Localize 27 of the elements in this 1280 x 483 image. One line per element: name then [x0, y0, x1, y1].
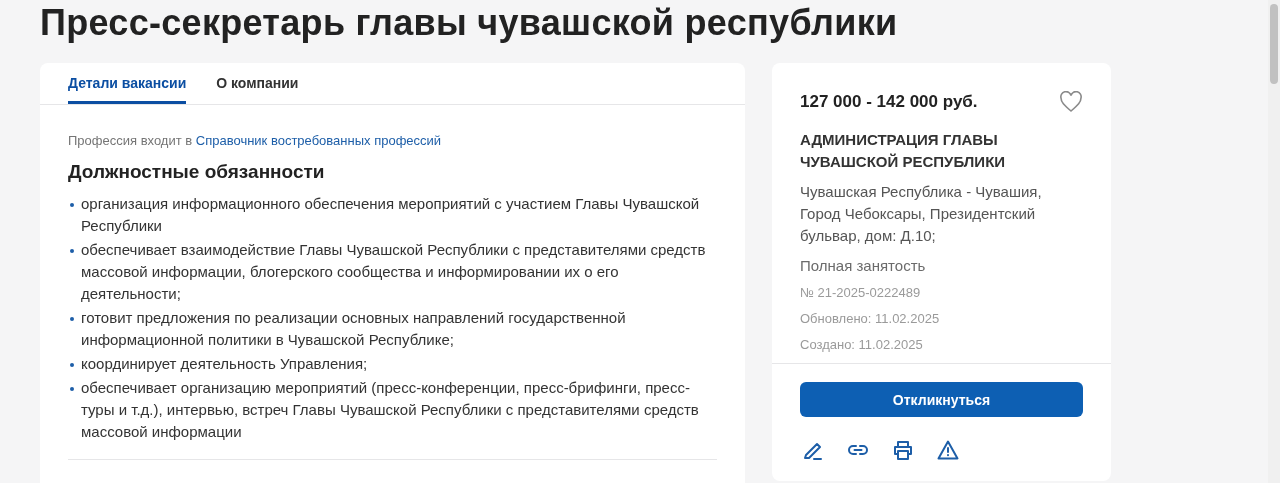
scrollbar[interactable]: [1268, 0, 1280, 483]
created-date: Создано: 11.02.2025: [800, 336, 924, 354]
warning-icon[interactable]: [937, 439, 959, 461]
duty-text: координирует деятельность Управления;: [81, 354, 368, 374]
tab[interactable]: О компании: [216, 75, 299, 104]
section-heading: Должностные обязанности: [68, 161, 326, 183]
apply-button[interactable]: Откликнуться: [800, 382, 1083, 417]
vacancy-number: № 21-2025-0222489: [800, 284, 922, 302]
salary: 127 000 - 142 000 руб.: [800, 92, 978, 112]
bullet-icon: [70, 249, 74, 253]
printer-icon[interactable]: [892, 439, 914, 461]
bullet-icon: [70, 317, 74, 321]
heart-icon[interactable]: [1059, 91, 1083, 113]
directory-link[interactable]: Справочник востребованных профессий: [195, 133, 442, 148]
page-title: Пресс-секретарь главы чувашской республики: [40, 1, 899, 45]
profession-note: Профессия входит в Справочник востребованных профессий: [68, 133, 443, 148]
employment-type: Полная занятость: [800, 256, 927, 276]
updated-date: Обновлено: 11.02.2025: [800, 310, 941, 328]
bullet-icon: [70, 387, 74, 391]
address: Чувашская Республика - Чувашия, Город Чебоксары, Президентский бульвар, дом: Д.10;: [800, 182, 1043, 246]
duty-text: обеспечивает взаимодействие Главы Чувашской Республики с представителями средств массовой информации, блогерского сообщества и информировании их о его деятельности;: [81, 240, 707, 304]
bullet-icon: [70, 363, 74, 367]
employer-name: АДМИНИСТРАЦИЯ ГЛАВЫ ЧУВАШСКОЙ РЕСПУБЛИКИ: [800, 130, 1007, 172]
duty-text: обеспечивает организацию мероприятий (пресс-конференции, пресс-брифинги, пресс-туры и т.д.), интервью, встреч Главы Чувашской Республики с представителями средств массовой информации: [81, 378, 700, 442]
tab[interactable]: Детали вакансии: [68, 75, 187, 104]
duty-text: готовит предложения по реализации основных направлений государственной информационной политики в Чувашской Республике;: [81, 308, 627, 350]
bullet-icon: [70, 203, 74, 207]
